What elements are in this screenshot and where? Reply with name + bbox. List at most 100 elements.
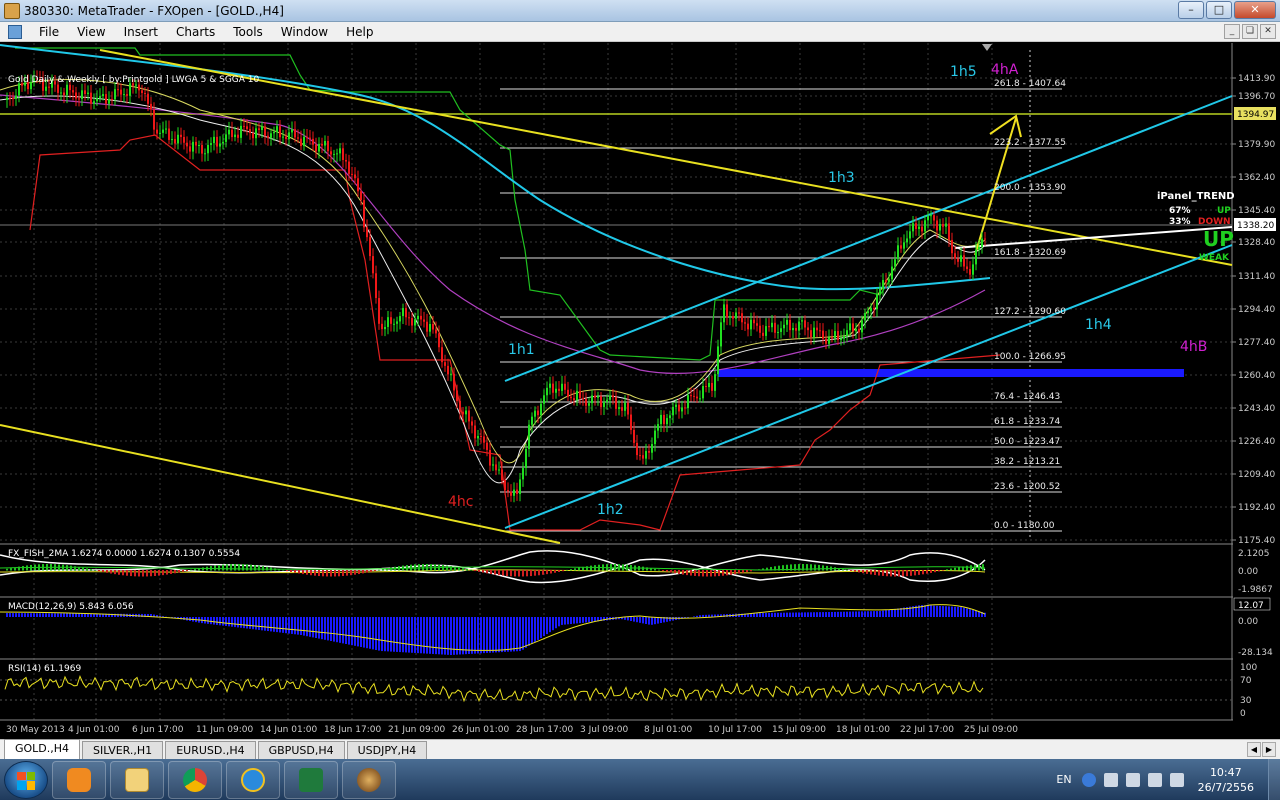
- clock-time: 10:47: [1209, 765, 1242, 779]
- taskbar-explorer[interactable]: [110, 760, 164, 799]
- y-axis-tick-label: 1362.40: [1238, 173, 1275, 183]
- fib-level-label: 0.0 - 1180.00: [994, 521, 1055, 531]
- windows-taskbar: EN 10:47 26/7/2556: [0, 759, 1280, 800]
- x-axis-time-label: 3 Jul 09:00: [580, 725, 629, 735]
- chrome-icon: [183, 767, 207, 792]
- tab-eurusd-h4[interactable]: EURUSD.,H4: [165, 741, 256, 759]
- action-center-flag-icon[interactable]: [1125, 772, 1140, 787]
- fisher-axis-mid: 0.00: [1238, 567, 1258, 577]
- network-icon[interactable]: [1147, 772, 1162, 787]
- fib-level-label: 161.8 - 1320.69: [994, 248, 1066, 258]
- tab-gbpusd-h4[interactable]: GBPUSD,H4: [257, 741, 345, 759]
- menu-view[interactable]: View: [68, 23, 114, 41]
- chart-tab-bar: GOLD.,H4 SILVER.,H1 EURUSD.,H4 GBPUSD,H4…: [0, 739, 1280, 759]
- ipanel-big-direction: UP: [1203, 227, 1234, 251]
- rsi-axis-70: 70: [1240, 676, 1252, 686]
- maximize-button[interactable]: □: [1206, 1, 1232, 19]
- support-zone: [718, 369, 1184, 377]
- chart-close-button[interactable]: ✕: [1260, 24, 1276, 39]
- tab-usdjpy-h4[interactable]: USDJPY,H4: [346, 741, 428, 759]
- wave-label: 4hB: [1180, 339, 1207, 355]
- menu-window[interactable]: Window: [272, 23, 337, 41]
- price-chart[interactable]: 1413.90 1396.70 1379.90 1362.40 1345.40 1328.…: [0, 43, 1280, 739]
- y-axis-tick-label: 1379.90: [1238, 140, 1275, 150]
- tray-app-icon[interactable]: [1103, 772, 1118, 787]
- fib-level-label: 223.2 - 1377.55: [994, 138, 1066, 148]
- taskbar-metatrader[interactable]: [342, 760, 396, 799]
- x-axis-time-label: 6 Jun 17:00: [132, 725, 184, 735]
- language-indicator[interactable]: EN: [1056, 773, 1071, 786]
- x-axis-time-label: 15 Jul 09:00: [772, 725, 826, 735]
- rsi-axis-100: 100: [1240, 663, 1257, 673]
- fib-level-label: 50.0 - 1223.47: [994, 437, 1060, 447]
- metatrader-app-icon: [4, 2, 20, 19]
- x-axis-time-label: 21 Jun 09:00: [388, 725, 445, 735]
- menu-bar: File View Insert Charts Tools Window Hel…: [0, 22, 1280, 42]
- ipanel-down: DOWN: [1198, 217, 1231, 227]
- x-axis-time-label: 4 Jun 01:00: [68, 725, 120, 735]
- volume-icon[interactable]: [1169, 772, 1184, 787]
- close-button[interactable]: ✕: [1234, 1, 1276, 19]
- tab-scroll-left-button[interactable]: ◀: [1247, 742, 1261, 757]
- wave-label: 1h2: [597, 502, 624, 518]
- taskbar-chrome[interactable]: [168, 760, 222, 799]
- fisher-axis-top: 2.1205: [1238, 549, 1270, 559]
- x-axis-time-label: 28 Jun 17:00: [516, 725, 573, 735]
- tab-scroll-right-button[interactable]: ▶: [1262, 742, 1276, 757]
- taskbar-internet-explorer[interactable]: [226, 760, 280, 799]
- y-axis-tick-label: 1260.40: [1238, 371, 1275, 381]
- tab-silver-h1[interactable]: SILVER.,H1: [82, 741, 164, 759]
- x-axis-time-label: 26 Jun 01:00: [452, 725, 509, 735]
- clock[interactable]: 10:47 26/7/2556: [1198, 765, 1254, 795]
- x-axis-time-label: 18 Jun 17:00: [324, 725, 381, 735]
- show-desktop-button[interactable]: [1268, 759, 1280, 800]
- ipanel-title: iPanel_TREND: [1157, 191, 1235, 202]
- chart-document-icon: [8, 24, 22, 39]
- fib-level-label: 38.2 - 1213.21: [994, 457, 1060, 467]
- x-axis-time-label: 30 May 2013: [6, 725, 65, 735]
- menu-file[interactable]: File: [30, 23, 68, 41]
- taskbar-media-player[interactable]: [52, 760, 106, 799]
- y-axis-tick-label: 1243.40: [1238, 404, 1275, 414]
- taskbar-excel[interactable]: [284, 760, 338, 799]
- fib-level-label: 23.6 - 1200.52: [994, 482, 1060, 492]
- fib-level-label: 261.8 - 1407.64: [994, 79, 1066, 89]
- menu-help[interactable]: Help: [337, 23, 382, 41]
- minimize-button[interactable]: –: [1178, 1, 1204, 19]
- fisher-axis-bottom: -1.9867: [1238, 585, 1273, 595]
- title-bar: 380330: MetaTrader - FXOpen - [GOLD.,H4]…: [0, 0, 1280, 22]
- wave-label: 1h5: [950, 64, 977, 80]
- ipanel-up: UP: [1217, 206, 1231, 216]
- macd-axis-top: 12.07: [1238, 601, 1264, 611]
- tab-gold-h4[interactable]: GOLD.,H4: [4, 739, 81, 759]
- fib-level-label: 200.0 - 1353.90: [994, 183, 1066, 193]
- macd-label: MACD(12,26,9) 5.843 6.056: [8, 602, 134, 612]
- x-axis-time-label: 10 Jul 17:00: [708, 725, 762, 735]
- metatrader-icon: [357, 767, 381, 792]
- fisher-indicator-label: FX_FISH_2MA 1.6274 0.0000 1.6274 0.1307 …: [8, 549, 240, 559]
- x-axis-time-label: 22 Jul 17:00: [900, 725, 954, 735]
- macd-axis-mid: 0.00: [1238, 617, 1258, 627]
- y-axis-tick-label: 1328.40: [1238, 238, 1275, 248]
- internet-explorer-icon: [241, 767, 265, 792]
- wave-label: 1h4: [1085, 317, 1112, 333]
- ipanel-up-pct: 67%: [1169, 206, 1191, 216]
- current-price-label: 1338.20: [1237, 221, 1274, 231]
- rsi-label: RSI(14) 61.1969: [8, 664, 81, 674]
- y-axis-tick-label: 1345.40: [1238, 206, 1275, 216]
- rsi-axis-30: 30: [1240, 696, 1252, 706]
- fib-level-label: 61.8 - 1233.74: [994, 417, 1060, 427]
- y-axis-tick-label: 1311.40: [1238, 272, 1275, 282]
- chart-restore-button[interactable]: ❏: [1242, 24, 1258, 39]
- start-button[interactable]: [4, 760, 48, 799]
- menu-insert[interactable]: Insert: [115, 23, 167, 41]
- menu-charts[interactable]: Charts: [167, 23, 224, 41]
- help-icon[interactable]: [1081, 772, 1096, 787]
- menu-tools[interactable]: Tools: [224, 23, 272, 41]
- rsi-axis-0: 0: [1240, 709, 1246, 719]
- chart-minimize-button[interactable]: _: [1224, 24, 1240, 39]
- ipanel-weak: WEAK: [1199, 253, 1230, 263]
- y-axis-tick-label: 1226.40: [1238, 437, 1275, 447]
- windows-logo-icon: [17, 771, 35, 790]
- y-axis-tick-label: 1175.40: [1238, 536, 1275, 546]
